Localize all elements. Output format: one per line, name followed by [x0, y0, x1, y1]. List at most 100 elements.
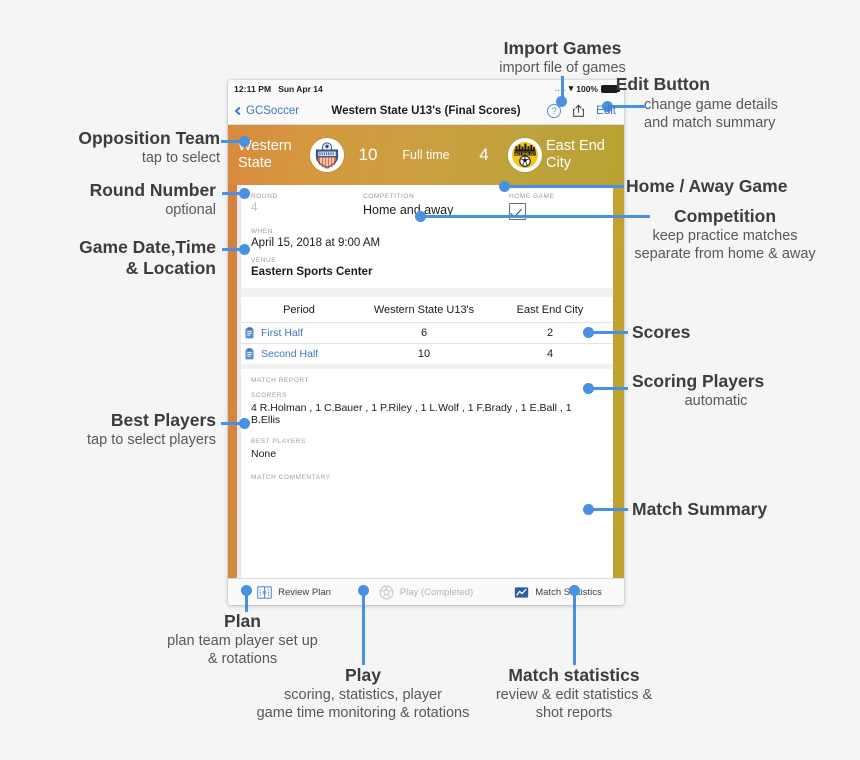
left-stripe	[237, 185, 241, 578]
column-header-home-team: East End City	[516, 304, 584, 316]
annotation-match-statistics-sub2: shot reports	[535, 705, 613, 721]
annotation-plan-title: Plan	[224, 611, 261, 631]
annotation-play-sub2: game time monitoring & rotations	[256, 705, 470, 721]
annotation-match-statistics-sub1: review & edit statistics &	[495, 687, 653, 703]
home-team-score: 4	[479, 145, 489, 164]
venue-field[interactable]: VENUE Eastern Sports Center	[251, 249, 599, 278]
leader-dot-competition	[415, 211, 426, 222]
tab-play[interactable]: Play (Completed)	[360, 585, 492, 600]
leader-home-away	[503, 185, 624, 188]
when-value: April 15, 2018 at 9:00 AM	[251, 237, 381, 249]
annotation-home-away: Home / Away Game	[626, 176, 787, 197]
status-time: 12:11 PM	[234, 83, 272, 94]
leader-match-statistics	[573, 595, 576, 665]
nav-actions: ? Edit	[547, 103, 616, 118]
annotation-opposition-team-title: Opposition Team	[78, 128, 220, 148]
away-team-score: 10	[358, 145, 378, 164]
match-report-section: MATCH REPORT SCORERS 4 R.Holman , 1 C.Ba…	[237, 369, 613, 578]
left-gutter	[228, 185, 237, 578]
annotation-edit-button-sub1: change game details	[644, 97, 778, 113]
annotation-scoring-players: Scoring Players automatic	[632, 371, 842, 410]
leader-dot-match-statistics	[569, 585, 580, 596]
best-players-value[interactable]: None	[251, 445, 599, 460]
annotation-competition-sub1: keep practice matches	[652, 228, 798, 244]
venue-value: Eastern Sports Center	[251, 266, 373, 278]
annotation-game-date: Game Date,Time & Location	[20, 237, 216, 279]
match-detail-body: ROUND 4 COMPETITION Home and away HOME G…	[228, 185, 624, 578]
clipboard-icon	[245, 348, 254, 360]
annotation-round-number-title: Round Number	[89, 180, 216, 200]
annotation-opposition-team-sub: tap to select	[141, 150, 220, 166]
svg-text:EAST END CITY: EAST END CITY	[513, 152, 538, 156]
best-players-label: BEST PLAYERS	[251, 438, 306, 445]
east-end-city-crest-icon: EAST END CITY	[508, 138, 542, 172]
match-status: Full time	[402, 148, 450, 162]
detail-scroll[interactable]: ROUND 4 COMPETITION Home and away HOME G…	[237, 185, 613, 578]
period-cell[interactable]: Second Half	[237, 348, 361, 360]
scoreboard: Western State 10 Full time 4 EAST END CI…	[228, 125, 624, 185]
annotation-edit-button-subs: change game details and match summary	[644, 96, 778, 132]
leader-dot-game-date	[239, 244, 250, 255]
leader-dot-scoring-players	[583, 383, 594, 394]
leader-dot-plan	[241, 585, 252, 596]
annotation-match-statistics-title: Match statistics	[508, 665, 640, 685]
annotation-match-summary-title: Match Summary	[632, 499, 768, 519]
western-state-crest-icon	[310, 138, 344, 172]
when-label: WHEN	[251, 228, 274, 235]
leader-scoring-players	[588, 387, 628, 390]
annotation-import-games: Import Games import file of games	[430, 38, 695, 77]
chevron-left-icon	[234, 106, 244, 115]
annotation-edit-button-title: Edit Button	[615, 74, 710, 94]
home-team-name[interactable]: East End City	[546, 138, 614, 172]
annotation-best-players-sub: tap to select players	[87, 432, 216, 448]
tab-play-label: Play (Completed)	[399, 586, 474, 598]
match-report-label: MATCH REPORT	[251, 377, 309, 384]
leader-dot-home-away	[499, 181, 510, 192]
annotation-scoring-players-sub: automatic	[684, 393, 748, 409]
when-field[interactable]: WHEN April 15, 2018 at 9:00 AM	[251, 220, 599, 249]
annotation-best-players-title: Best Players	[110, 410, 216, 430]
chart-icon	[514, 585, 529, 600]
section-separator	[237, 288, 613, 297]
away-period-score: 6	[420, 327, 428, 339]
annotation-round-number: Round Number optional	[20, 180, 216, 219]
edit-button[interactable]: Edit	[596, 105, 616, 117]
leader-plan	[245, 594, 248, 612]
leader-dot-scores	[583, 327, 594, 338]
annotation-plan: Plan plan team player set up & rotations	[130, 611, 355, 668]
round-field[interactable]: ROUND 4	[251, 185, 363, 220]
status-date: Sun Apr 14	[278, 83, 323, 94]
back-button[interactable]: GCSoccer	[234, 104, 300, 117]
help-icon[interactable]: ?	[547, 103, 562, 118]
annotation-opposition-team: Opposition Team tap to select	[20, 128, 220, 167]
table-header-row: Period Western State U13's East End City	[237, 297, 613, 322]
table-row[interactable]: Second Half 10 4	[237, 343, 613, 364]
leader-dot-opposition-team	[239, 136, 250, 147]
period-cell[interactable]: First Half	[237, 327, 361, 339]
annotation-play-sub1: scoring, statistics, player	[284, 687, 442, 703]
back-button-label: GCSoccer	[246, 104, 300, 117]
leader-competition	[420, 215, 650, 218]
annotation-best-players: Best Players tap to select players	[20, 410, 216, 449]
clipboard-icon	[245, 327, 254, 339]
annotation-play: Play scoring, statistics, player game ti…	[238, 665, 488, 722]
leader-dot-best-players	[239, 418, 250, 429]
annotation-plan-sub1: plan team player set up	[167, 633, 318, 649]
share-icon[interactable]	[572, 103, 585, 118]
round-label: ROUND	[251, 193, 278, 200]
annotation-edit-button: Edit Button	[400, 74, 710, 95]
ipad-screenshot: 12:11 PM Sun Apr 14 .... ▾ 100% GCSoccer…	[228, 80, 624, 605]
tab-match-statistics[interactable]: Match Statistics	[492, 585, 624, 600]
annotation-round-number-sub: optional	[165, 202, 216, 218]
annotation-game-date-title2: & Location	[125, 258, 216, 278]
match-commentary-value[interactable]	[251, 481, 599, 484]
annotation-play-title: Play	[345, 665, 381, 685]
annotation-edit-button-sub2: and match summary	[644, 115, 776, 131]
leader-dot-match-summary	[583, 504, 594, 515]
tab-bar: Review Plan Play (Completed) Match Stati…	[228, 578, 624, 605]
scorers-label: SCORERS	[251, 392, 287, 399]
annotation-match-statistics: Match statistics review & edit statistic…	[464, 665, 684, 722]
annotation-scores-title: Scores	[632, 322, 691, 342]
table-row[interactable]: First Half 6 2	[237, 322, 613, 343]
annotation-competition-sub2: separate from home & away	[634, 246, 816, 262]
